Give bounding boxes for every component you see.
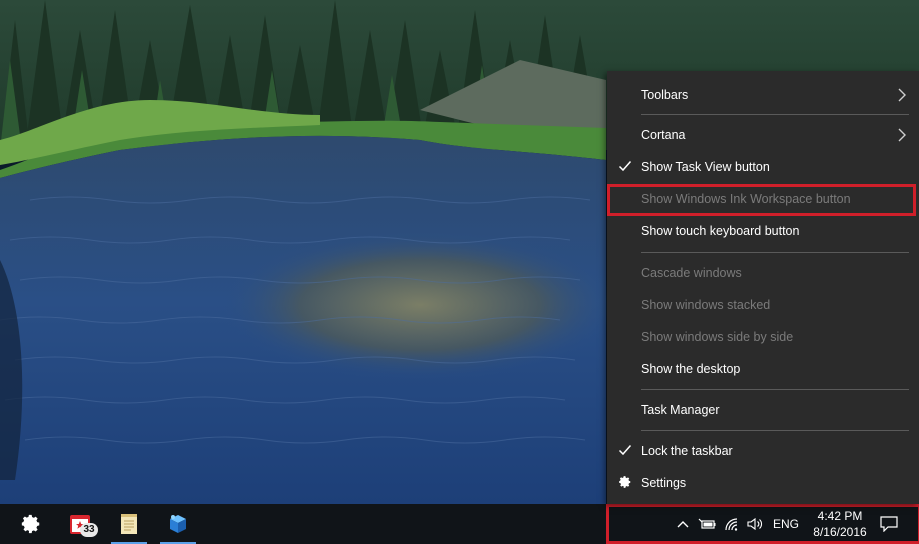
menu-item-task-manager[interactable]: Task Manager [607,396,919,424]
notification-icon [880,516,898,532]
chevron-right-icon [898,88,906,102]
menu-separator [641,389,909,390]
power-status-button[interactable] [697,513,717,535]
menu-item-label: Show the desktop [641,362,741,376]
ink-workspace-highlight [607,184,916,216]
menu-item-settings[interactable]: Settings [607,469,919,497]
menu-item-label: Show windows stacked [641,298,771,312]
menu-separator [641,114,909,115]
battery-plug-icon [698,518,716,529]
menu-item-label: Toolbars [641,88,689,102]
checkmark-icon [618,161,632,172]
menu-item-show-touch-keyboard[interactable]: Show touch keyboard button [607,217,919,245]
menu-item-show-windows-stacked[interactable]: Show windows stacked [607,291,919,319]
menu-item-show-task-view[interactable]: Show Task View button [607,153,919,181]
taskbar: 33 ENG 4:42 PM 8/16/2016 [0,504,919,544]
menu-item-label: Task Manager [641,403,720,417]
taskbar-context-menu: Toolbars Cortana Show Task View button S… [607,71,919,504]
notepad-taskbar-button[interactable] [109,504,149,544]
checkmark-icon [618,445,632,456]
chevron-up-icon [677,521,689,528]
gear-icon [21,514,40,534]
menu-separator [641,430,909,431]
action-center-button[interactable] [876,513,902,535]
menu-item-label: Show touch keyboard button [641,224,800,238]
gear-icon [619,476,631,488]
menu-separator [641,252,909,253]
chevron-right-icon [898,128,906,142]
input-language-button[interactable]: ENG [771,513,801,535]
clock-button[interactable]: 4:42 PM 8/16/2016 [805,508,875,540]
system-tray-highlight: ENG 4:42 PM 8/16/2016 [606,504,919,544]
menu-item-show-windows-side-by-side[interactable]: Show windows side by side [607,323,919,351]
menu-item-lock-taskbar[interactable]: Lock the taskbar [607,437,919,465]
menu-item-label: Cascade windows [641,266,742,280]
menu-item-label: Settings [641,476,687,490]
network-button[interactable] [722,513,742,535]
calendar-app-taskbar-button[interactable]: 33 [60,504,100,544]
menu-item-show-desktop[interactable]: Show the desktop [607,355,919,383]
volume-button[interactable] [746,513,766,535]
show-hidden-icons-button[interactable] [675,513,691,535]
wifi-icon [725,518,738,531]
clock-time: 4:42 PM [817,509,863,523]
speaker-icon [747,517,762,531]
settings-taskbar-button[interactable] [11,504,51,544]
menu-item-label: Show windows side by side [641,330,794,344]
menu-item-toolbars[interactable]: Toolbars [607,81,919,109]
cube-app-icon [170,515,186,533]
cube-app-taskbar-button[interactable] [158,504,198,544]
clock-date: 8/16/2016 [813,525,867,539]
menu-item-label: Lock the taskbar [641,444,733,458]
menu-item-cortana[interactable]: Cortana [607,121,919,149]
menu-item-label: Cortana [641,128,686,142]
menu-item-cascade-windows[interactable]: Cascade windows [607,259,919,287]
notepad-icon [121,514,137,534]
menu-item-label: Show Task View button [641,160,770,174]
notification-count-badge: 33 [80,523,98,537]
